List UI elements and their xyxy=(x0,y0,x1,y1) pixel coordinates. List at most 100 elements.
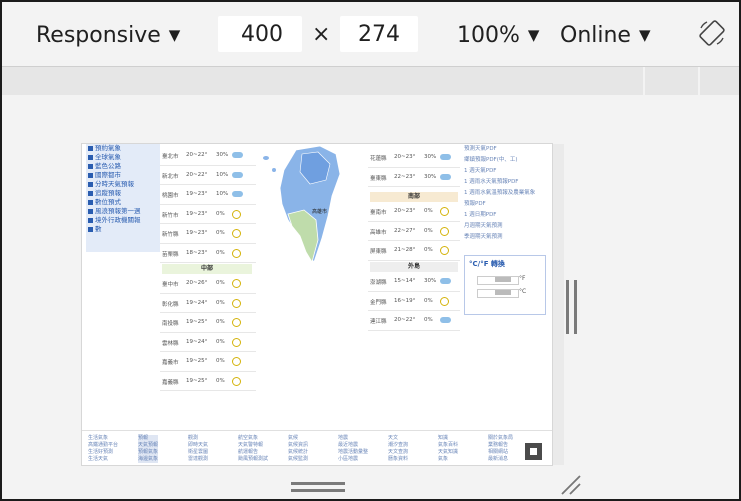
taiwan-map[interactable]: 高雄市 xyxy=(258,144,368,274)
corner-resize-handle[interactable] xyxy=(556,470,586,496)
footer-link[interactable]: 海邊氣象 xyxy=(138,456,158,463)
footer-link[interactable]: 雷達觀測 xyxy=(188,456,208,463)
home-icon[interactable] xyxy=(525,443,542,460)
media-query-bar[interactable] xyxy=(2,67,739,95)
footer-link[interactable]: 最近地震 xyxy=(338,442,368,449)
footer-link[interactable]: 天氣知識 xyxy=(438,449,458,456)
device-viewport[interactable]: 預約氣象 全球氣象 藍色公路 國際都市 分時天氣預報 追蹤預報 數位預式 風浪預報第一週 境外行… xyxy=(82,144,552,465)
footer-link[interactable]: 關於氣象局 xyxy=(488,435,513,442)
sidebar-item[interactable]: 分時天氣預報 xyxy=(86,180,160,189)
sidebar-item[interactable]: 境外行政機關報 xyxy=(86,216,160,225)
cloud-icon xyxy=(440,154,451,160)
rain-chance: 0% xyxy=(424,297,433,304)
table-row: 嘉義縣 19~25° 0% xyxy=(160,372,256,391)
throttle-selector[interactable]: Online ▼ xyxy=(560,20,651,51)
bottom-resize-handle[interactable] xyxy=(291,482,345,492)
city-name[interactable]: 屏東縣 xyxy=(370,247,387,255)
temperature: 19~25° xyxy=(186,377,208,384)
footer-link[interactable]: 潮汐查詢 xyxy=(388,442,408,449)
footer-link[interactable]: 生活好預測 xyxy=(88,449,118,456)
footer-link[interactable]: 業務報告 xyxy=(488,442,513,449)
footer-link[interactable]: 地震 xyxy=(338,435,368,442)
city-name[interactable]: 南投縣 xyxy=(162,319,179,327)
sidebar-item[interactable]: 全球氣象 xyxy=(86,153,160,162)
temperature: 20~22° xyxy=(186,171,208,178)
footer-link[interactable]: 天文查詢 xyxy=(388,449,408,456)
footer-link[interactable]: 生活天氣 xyxy=(88,456,118,463)
sidebar-item[interactable]: 國際都市 xyxy=(86,171,160,180)
device-selector[interactable]: Responsive ▼ xyxy=(36,20,180,51)
sidebar-item[interactable]: 數位預式 xyxy=(86,198,160,207)
city-name[interactable]: 新竹縣 xyxy=(162,230,179,238)
right-resize-handle[interactable] xyxy=(566,280,578,334)
footer-link[interactable]: 觀測 xyxy=(188,435,208,442)
city-name[interactable]: 花蓮縣 xyxy=(370,154,387,162)
footer-link[interactable]: 生活氣象 xyxy=(88,435,118,442)
rain-chance: 0% xyxy=(216,230,225,236)
footer-link[interactable]: 即時天氣 xyxy=(188,442,208,449)
city-name[interactable]: 嘉義市 xyxy=(162,358,179,366)
city-name[interactable]: 桃園市 xyxy=(162,191,179,199)
footer-link[interactable]: 知識 xyxy=(438,435,458,442)
city-name[interactable]: 澎湖縣 xyxy=(370,278,387,286)
city-name[interactable]: 苗栗縣 xyxy=(162,250,179,258)
download-link[interactable]: 鄉鎮預報PDF(中、工) xyxy=(464,155,550,166)
footer-link[interactable]: 氣候 xyxy=(288,435,308,442)
footer-link[interactable]: 氣候資訊 xyxy=(288,442,308,449)
map-label: 高雄市 xyxy=(312,208,327,215)
footer-link[interactable]: 天文 xyxy=(388,435,408,442)
footer-link[interactable]: 相關網站 xyxy=(488,449,513,456)
download-link[interactable]: 1 週雨水天氣預報PDF xyxy=(464,177,550,188)
sidebar-item[interactable]: 預約氣象 xyxy=(86,144,160,153)
sidebar-item[interactable]: 風浪預報第一週 xyxy=(86,207,160,216)
rotate-icon[interactable] xyxy=(697,18,727,48)
footer-link[interactable]: 氣象百科 xyxy=(438,442,458,449)
footer-link[interactable]: 衛星雲圖 xyxy=(188,449,208,456)
download-link[interactable]: 1 週雨水氣溫預報及農業氣象 xyxy=(464,188,550,199)
city-name[interactable]: 新竹市 xyxy=(162,211,179,219)
sidebar-item[interactable]: 數 xyxy=(86,225,160,234)
footer-link[interactable]: 颱風預報測試 xyxy=(238,456,268,463)
footer-link[interactable]: 天氣警特報 xyxy=(238,442,268,449)
download-link[interactable]: 1 週天氣PDF xyxy=(464,166,550,177)
city-name[interactable]: 臺中市 xyxy=(162,280,179,288)
footer-link[interactable]: 高鐵通勤平台 xyxy=(88,442,118,449)
temperature: 22~23° xyxy=(394,173,416,180)
city-name[interactable]: 新北市 xyxy=(162,172,179,180)
zoom-selector[interactable]: 100% ▼ xyxy=(457,20,539,51)
download-link[interactable]: 預報PDF xyxy=(464,199,550,210)
city-name[interactable]: 臺東縣 xyxy=(370,174,387,182)
city-name[interactable]: 高雄市 xyxy=(370,228,387,236)
rain-chance: 30% xyxy=(424,154,437,160)
city-name[interactable]: 金門縣 xyxy=(370,298,387,306)
footer-link[interactable]: 氣象 xyxy=(438,456,458,463)
footer-link[interactable]: 氣候監測 xyxy=(288,456,308,463)
table-row: 南投縣 19~25° 0% xyxy=(160,313,256,333)
sidebar-item[interactable]: 追蹤預報 xyxy=(86,189,160,198)
city-name[interactable]: 連江縣 xyxy=(370,317,387,325)
city-name[interactable]: 臺南市 xyxy=(370,208,387,216)
city-name[interactable]: 嘉義縣 xyxy=(162,378,179,386)
temperature: 22~27° xyxy=(394,227,416,234)
footer-link[interactable]: 預報氣象 xyxy=(138,449,158,456)
footer-link[interactable]: 航運報告 xyxy=(238,449,268,456)
download-link[interactable]: 預測天氣PDF xyxy=(464,144,550,155)
table-row: 新竹縣 19~23° 0% xyxy=(160,224,256,244)
footer-link[interactable]: 地震活動彙整 xyxy=(338,449,368,456)
download-link[interactable]: 季週期天氣預測 xyxy=(464,232,550,243)
city-name[interactable]: 彰化縣 xyxy=(162,300,179,308)
download-link[interactable]: 1 週日期PDF xyxy=(464,210,550,221)
city-name[interactable]: 雲林縣 xyxy=(162,339,179,347)
footer-column: 知識 氣象百科 天氣知識 氣象 xyxy=(438,435,458,463)
city-name[interactable]: 臺北市 xyxy=(162,152,179,160)
sidebar-item[interactable]: 藍色公路 xyxy=(86,162,160,171)
footer-link[interactable]: 曆象資料 xyxy=(388,456,408,463)
footer-link[interactable]: 小區地震 xyxy=(338,456,368,463)
footer-link[interactable]: 天氣預報 xyxy=(138,442,158,449)
south-forecast-table: 臺南市 20~23° 0% 高雄市 22~27° 0% 屏東縣 21~28° 0% xyxy=(368,202,460,261)
footer-link[interactable]: 氣候統計 xyxy=(288,449,308,456)
footer-link[interactable]: 航空氣象 xyxy=(238,435,268,442)
footer-link[interactable]: 預報 xyxy=(138,435,158,442)
download-link[interactable]: 月週期天氣預測 xyxy=(464,221,550,232)
footer-link[interactable]: 最新消息 xyxy=(488,456,513,463)
